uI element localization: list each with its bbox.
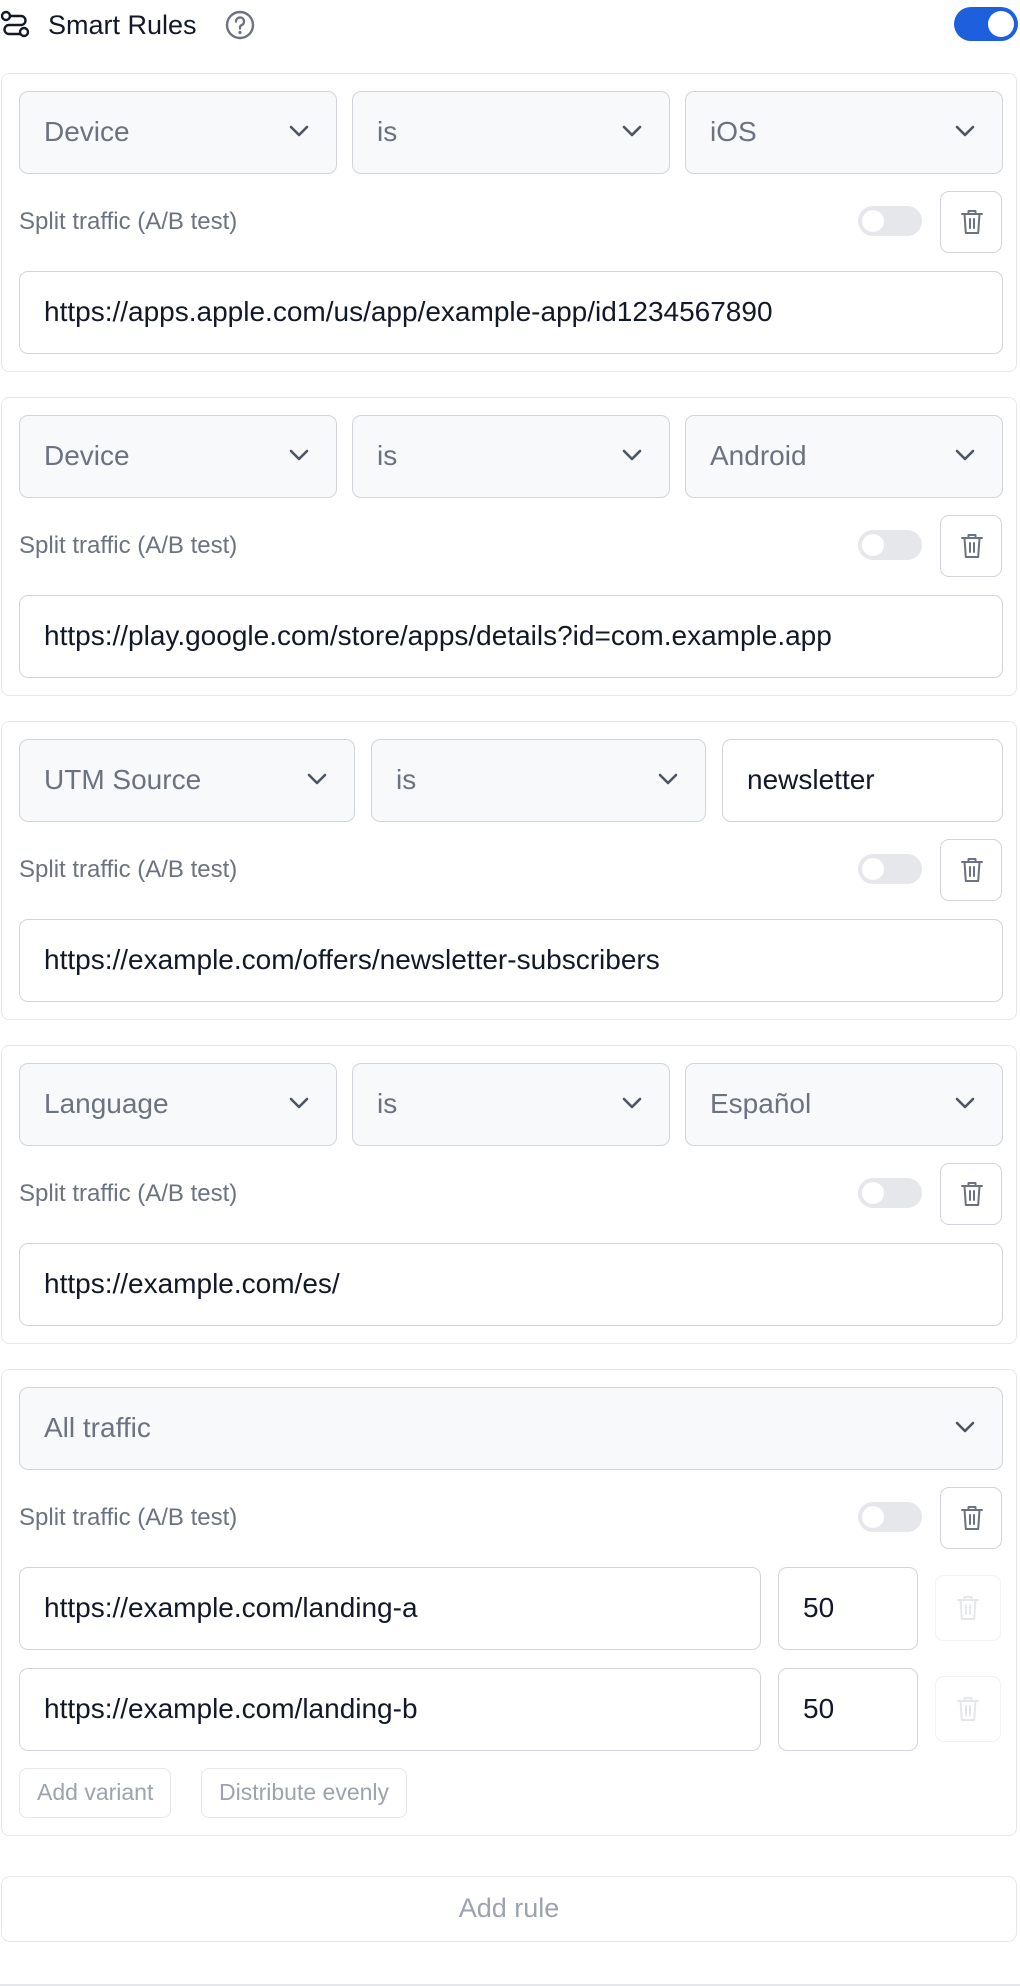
toggle-knob: [862, 210, 884, 232]
toggle-knob: [862, 858, 884, 880]
select-value: is: [377, 440, 398, 471]
split-traffic-toggle[interactable]: [858, 530, 922, 560]
delete-rule-button[interactable]: [940, 1163, 1002, 1225]
split-traffic-toggle[interactable]: [858, 206, 922, 236]
split-traffic-toggle[interactable]: [858, 1178, 922, 1208]
select-value: is: [396, 764, 417, 795]
split-traffic-label: Split traffic (A/B test): [19, 1504, 238, 1531]
url-value: https://example.com/es/: [44, 1268, 340, 1299]
delete-rule-button[interactable]: [940, 191, 1002, 253]
smart-rules-toggle[interactable]: [954, 7, 1018, 41]
add-rule-button[interactable]: Add rule: [1, 1876, 1017, 1942]
select-value: All traffic: [44, 1412, 151, 1443]
trash-icon: [960, 856, 984, 884]
add-variant-button[interactable]: Add variant: [19, 1768, 172, 1818]
chevron-down-icon: [288, 447, 310, 463]
rule-value-select[interactable]: Android: [685, 415, 1003, 498]
select-value: Device: [44, 440, 130, 471]
chevron-down-icon: [621, 1095, 643, 1111]
split-traffic-toggle[interactable]: [858, 854, 922, 884]
destination-url-input[interactable]: https://apps.apple.com/us/app/example-ap…: [19, 271, 1003, 354]
delete-rule-button[interactable]: [940, 515, 1002, 577]
variant-weight-input[interactable]: 50: [778, 1668, 918, 1751]
route-icon: [0, 10, 30, 38]
select-value: iOS: [710, 116, 757, 147]
trash-icon: [956, 1594, 980, 1622]
select-value: Language: [44, 1088, 169, 1119]
chevron-down-icon: [306, 771, 328, 787]
destination-url-input[interactable]: https://example.com/offers/newsletter-su…: [19, 919, 1003, 1002]
split-traffic-label: Split traffic (A/B test): [19, 1180, 238, 1207]
chevron-down-icon: [288, 1095, 310, 1111]
toggle-knob: [862, 1506, 884, 1528]
page-title: Smart Rules: [48, 10, 197, 40]
url-value: https://play.google.com/store/apps/detai…: [44, 620, 832, 651]
url-value: https://example.com/landing-a: [44, 1592, 418, 1623]
rule-operator-select[interactable]: is: [352, 1063, 670, 1146]
trash-icon: [960, 208, 984, 236]
rule-operator-select[interactable]: is: [352, 415, 670, 498]
rule-card: UTM Source is newsletter Split traffic (…: [1, 721, 1017, 1020]
delete-rule-button[interactable]: [940, 1487, 1002, 1549]
split-traffic-label: Split traffic (A/B test): [19, 532, 238, 559]
input-value: newsletter: [747, 764, 875, 795]
destination-url-input[interactable]: https://example.com/es/: [19, 1243, 1003, 1326]
variant-weight-input[interactable]: 50: [778, 1567, 918, 1650]
delete-variant-button[interactable]: [935, 1575, 1001, 1641]
url-value: https://example.com/landing-b: [44, 1693, 418, 1724]
url-value: https://example.com/offers/newsletter-su…: [44, 944, 660, 975]
split-traffic-toggle[interactable]: [858, 1502, 922, 1532]
chevron-down-icon: [954, 1095, 976, 1111]
smart-rules-header: Smart Rules: [0, 0, 1020, 50]
split-traffic-label: Split traffic (A/B test): [19, 856, 238, 883]
delete-variant-button[interactable]: [935, 1676, 1001, 1742]
trash-icon: [960, 1180, 984, 1208]
rule-card: Device is iOS Split traffic (A/B test) h…: [1, 73, 1017, 372]
rule-value-select[interactable]: iOS: [685, 91, 1003, 174]
select-value: is: [377, 1088, 398, 1119]
chevron-down-icon: [621, 123, 643, 139]
rule-operator-select[interactable]: is: [352, 91, 670, 174]
trash-icon: [956, 1695, 980, 1723]
select-value: is: [377, 116, 398, 147]
chevron-down-icon: [621, 447, 643, 463]
toggle-knob: [862, 1182, 884, 1204]
trash-icon: [960, 532, 984, 560]
rule-field-select[interactable]: Device: [19, 91, 337, 174]
weight-value: 50: [803, 1592, 835, 1623]
rule-card: All traffic Split traffic (A/B test) htt…: [1, 1369, 1017, 1836]
chevron-down-icon: [954, 1419, 976, 1435]
toggle-knob: [988, 11, 1014, 37]
trash-icon: [960, 1504, 984, 1532]
rule-card: Device is Android Split traffic (A/B tes…: [1, 397, 1017, 696]
toggle-knob: [862, 534, 884, 556]
delete-rule-button[interactable]: [940, 839, 1002, 901]
variant-url-input[interactable]: https://example.com/landing-a: [19, 1567, 761, 1650]
select-value: Español: [710, 1088, 812, 1119]
rule-operator-select[interactable]: is: [371, 739, 706, 822]
destination-url-input[interactable]: https://play.google.com/store/apps/detai…: [19, 595, 1003, 678]
rule-field-select[interactable]: UTM Source: [19, 739, 355, 822]
rule-field-select[interactable]: Device: [19, 415, 337, 498]
rule-card: Language is Español Split traffic (A/B t…: [1, 1045, 1017, 1344]
select-value: Device: [44, 116, 130, 147]
weight-value: 50: [803, 1693, 835, 1724]
rule-value-input[interactable]: newsletter: [722, 739, 1003, 822]
select-value: Android: [710, 440, 807, 471]
rule-field-select[interactable]: All traffic: [19, 1387, 1003, 1470]
distribute-evenly-button[interactable]: Distribute evenly: [201, 1768, 408, 1818]
split-traffic-label: Split traffic (A/B test): [19, 208, 238, 235]
select-value: UTM Source: [44, 764, 202, 795]
url-value: https://apps.apple.com/us/app/example-ap…: [44, 296, 773, 327]
rule-value-select[interactable]: Español: [685, 1063, 1003, 1146]
help-circle-icon[interactable]: [224, 9, 256, 41]
chevron-down-icon: [657, 771, 679, 787]
chevron-down-icon: [954, 123, 976, 139]
variant-url-input[interactable]: https://example.com/landing-b: [19, 1668, 761, 1751]
rule-field-select[interactable]: Language: [19, 1063, 337, 1146]
chevron-down-icon: [954, 447, 976, 463]
chevron-down-icon: [288, 123, 310, 139]
